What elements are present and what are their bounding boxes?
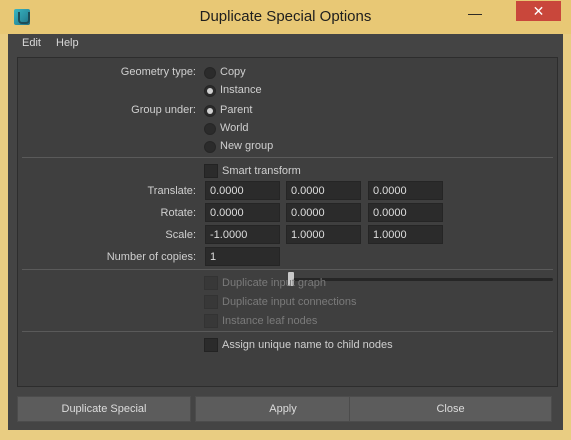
translate-x-field[interactable] (205, 181, 280, 200)
menu-help[interactable]: Help (56, 37, 79, 49)
title-bar[interactable]: Duplicate Special Options — ✕ (0, 0, 571, 34)
duplicate-input-graph-checkbox[interactable] (204, 276, 218, 290)
radio-new-group-label[interactable]: New group (220, 140, 273, 152)
instance-leaf-nodes-label: Instance leaf nodes (222, 315, 318, 327)
rotate-x-field[interactable] (205, 203, 280, 222)
radio-new-group[interactable] (204, 141, 216, 153)
geometry-type-label: Geometry type: (120, 66, 196, 78)
separator (22, 157, 553, 158)
separator (22, 269, 553, 270)
close-button[interactable]: Close (349, 396, 552, 422)
duplicate-input-connections-label: Duplicate input connections (222, 296, 357, 308)
rotate-y-field[interactable] (286, 203, 361, 222)
rotate-z-field[interactable] (368, 203, 443, 222)
duplicate-input-graph-label: Duplicate input graph (222, 277, 326, 289)
scale-x-field[interactable] (205, 225, 280, 244)
separator (22, 331, 553, 332)
translate-label: Translate: (147, 185, 196, 197)
translate-y-field[interactable] (286, 181, 361, 200)
assign-unique-name-checkbox[interactable] (204, 338, 218, 352)
copies-label: Number of copies: (106, 251, 196, 263)
menu-bar: Edit Help (8, 34, 563, 53)
smart-transform-checkbox[interactable] (204, 164, 218, 178)
scale-y-field[interactable] (286, 225, 361, 244)
radio-world-label[interactable]: World (220, 122, 249, 134)
minimize-button[interactable]: — (468, 6, 482, 21)
duplicate-special-button[interactable]: Duplicate Special (17, 396, 191, 422)
apply-button[interactable]: Apply (195, 396, 371, 422)
dialog-window: Duplicate Special Options — ✕ Edit Help … (0, 0, 571, 440)
radio-instance-label[interactable]: Instance (220, 84, 262, 96)
options-panel: Geometry type: Copy Instance Group under… (17, 57, 558, 387)
instance-leaf-nodes-checkbox[interactable] (204, 314, 218, 328)
smart-transform-label[interactable]: Smart transform (222, 165, 301, 177)
translate-z-field[interactable] (368, 181, 443, 200)
radio-copy[interactable] (204, 67, 216, 79)
copies-field[interactable] (205, 247, 280, 266)
radio-parent-label[interactable]: Parent (220, 104, 252, 116)
window-title: Duplicate Special Options (199, 8, 372, 25)
duplicate-input-connections-checkbox[interactable] (204, 295, 218, 309)
scale-z-field[interactable] (368, 225, 443, 244)
dialog-client: Edit Help Geometry type: Copy Instance G… (8, 34, 563, 430)
close-window-button[interactable]: ✕ (516, 1, 561, 21)
scale-label: Scale: (165, 229, 196, 241)
radio-world[interactable] (204, 123, 216, 135)
copies-slider-track[interactable] (289, 278, 553, 281)
rotate-label: Rotate: (160, 207, 196, 219)
radio-instance[interactable] (204, 85, 216, 97)
assign-unique-name-label[interactable]: Assign unique name to child nodes (222, 339, 393, 351)
radio-copy-label[interactable]: Copy (220, 66, 246, 78)
menu-edit[interactable]: Edit (22, 37, 41, 49)
group-under-label: Group under: (131, 104, 196, 116)
radio-parent[interactable] (204, 105, 216, 117)
